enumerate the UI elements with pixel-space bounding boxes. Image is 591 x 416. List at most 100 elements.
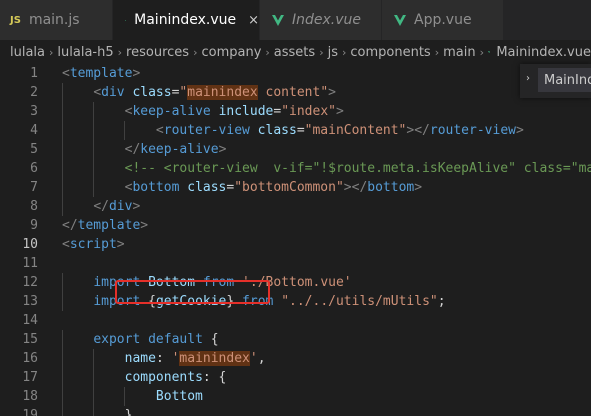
code-token: template bbox=[69, 66, 133, 81]
code-token: keep-alive bbox=[132, 104, 211, 119]
code-text: components: { bbox=[62, 368, 227, 387]
code-line[interactable]: 16 name: 'mainindex', bbox=[0, 349, 591, 368]
breadcrumb-outline-popup: › MainInd bbox=[520, 64, 591, 98]
code-token: Bottom bbox=[155, 389, 203, 404]
breadcrumb-item[interactable]: lulala-h5 bbox=[57, 45, 113, 60]
code-editor[interactable]: 1 <template> 2 <div class="mainindex conte… bbox=[0, 64, 591, 416]
chevron-right-icon: › bbox=[265, 45, 270, 59]
code-line[interactable]: 9 </template> bbox=[0, 216, 591, 235]
breadcrumb-item[interactable]: js bbox=[328, 45, 338, 60]
code-token: , bbox=[257, 351, 266, 366]
line-number: 7 bbox=[30, 180, 38, 195]
code-line[interactable]: 10 <script> bbox=[0, 235, 591, 254]
code-token: ' bbox=[249, 351, 258, 366]
tab-main-js[interactable]: JS main.js bbox=[0, 0, 113, 40]
line-number: 16 bbox=[22, 351, 38, 366]
code-line[interactable]: 5 </keep-alive> bbox=[0, 140, 591, 159]
indent-guide bbox=[62, 121, 63, 140]
tab-label: Index.vue bbox=[292, 12, 362, 28]
tab-label: App.vue bbox=[414, 12, 472, 28]
code-token: components bbox=[124, 370, 203, 385]
breadcrumb-item-current[interactable]: Mainindex.vue bbox=[496, 45, 591, 60]
code-token: > bbox=[132, 66, 141, 81]
breadcrumb-item[interactable]: lulala bbox=[10, 45, 45, 60]
code-token: "bottomCommon" bbox=[234, 180, 344, 195]
code-line[interactable]: 12 import Bottom from './Bottom.vue' bbox=[0, 273, 591, 292]
chevron-right-icon[interactable]: › bbox=[526, 73, 530, 84]
code-token: script bbox=[69, 237, 117, 252]
code-line[interactable]: 2 <div class="mainindex content"> bbox=[0, 83, 591, 102]
red-highlight-box bbox=[115, 280, 270, 304]
code-line[interactable]: 14 bbox=[0, 311, 591, 330]
indent-guide bbox=[62, 197, 63, 216]
code-line[interactable]: 8 </div> bbox=[0, 197, 591, 216]
outline-item[interactable]: MainInd bbox=[538, 68, 591, 92]
code-line[interactable]: 11 bbox=[0, 254, 591, 273]
close-icon[interactable]: × bbox=[248, 13, 259, 28]
indent-guide bbox=[62, 387, 63, 406]
indent-guide bbox=[62, 102, 63, 121]
indent-guide bbox=[93, 159, 95, 178]
code-token: }, bbox=[124, 408, 141, 416]
line-number: 12 bbox=[22, 275, 38, 290]
code-token: content" bbox=[257, 85, 329, 100]
vue-file-icon bbox=[272, 14, 284, 26]
line-number: 17 bbox=[22, 370, 38, 385]
code-token: > bbox=[335, 104, 344, 119]
code-line[interactable]: 6 <!-- <router-view v-if="!$route.meta.i… bbox=[0, 159, 591, 178]
code-line[interactable]: 4 <router-view class="mainContent"></rou… bbox=[0, 121, 591, 140]
code-line[interactable]: 7 <bottom class="bottomCommon"></bottom> bbox=[0, 178, 591, 197]
tab-index-vue[interactable]: Index.vue bbox=[260, 0, 382, 40]
code-line[interactable]: 15 export default { bbox=[0, 330, 591, 349]
code-line[interactable]: 3 <keep-alive include="index"> bbox=[0, 102, 591, 121]
chevron-right-icon: › bbox=[49, 45, 54, 59]
code-token: div bbox=[101, 85, 125, 100]
indent-guide bbox=[62, 406, 63, 416]
code-token: "mainContent" bbox=[304, 123, 407, 138]
code-token: router-view bbox=[429, 123, 516, 138]
code-token: "../../utils/mUtils" bbox=[281, 294, 438, 309]
code-token: bottom bbox=[367, 180, 415, 195]
code-line[interactable]: 19 }, bbox=[0, 406, 591, 416]
code-token: router-view bbox=[163, 123, 250, 138]
code-token: > bbox=[218, 142, 227, 157]
tab-app-vue[interactable]: App.vue bbox=[382, 0, 504, 40]
code-token: < bbox=[93, 85, 102, 100]
breadcrumb-item[interactable]: components bbox=[350, 45, 430, 60]
indent-guide bbox=[62, 292, 63, 311]
code-text: <keep-alive include="index"> bbox=[62, 102, 344, 121]
breadcrumb-item[interactable]: assets bbox=[274, 45, 315, 60]
code-text: <bottom class="bottomCommon"></bottom> bbox=[62, 178, 422, 197]
breadcrumb-item[interactable]: main bbox=[443, 45, 475, 60]
code-token: class bbox=[132, 85, 172, 100]
code-token: mainindex bbox=[187, 85, 258, 100]
code-token: </ bbox=[93, 199, 109, 214]
vue-file-icon bbox=[125, 19, 127, 21]
breadcrumb-item[interactable]: company bbox=[201, 45, 261, 60]
code-line[interactable]: 1 <template> bbox=[0, 64, 591, 83]
code-token: "index" bbox=[281, 104, 336, 119]
line-number: 4 bbox=[30, 123, 38, 138]
breadcrumb: lulala › lulala-h5 › resources › company › a… bbox=[0, 40, 591, 64]
code-token: name bbox=[124, 351, 156, 366]
code-token: class bbox=[187, 180, 227, 195]
code-line[interactable]: 17 components: { bbox=[0, 368, 591, 387]
code-token: > bbox=[116, 237, 125, 252]
chevron-right-icon: › bbox=[117, 45, 123, 59]
code-text: </keep-alive> bbox=[62, 140, 227, 159]
code-line[interactable]: 13 import {getCookie} from "../../utils/… bbox=[0, 292, 591, 311]
code-token: ></ bbox=[406, 123, 430, 138]
breadcrumb-item[interactable]: resources bbox=[126, 45, 189, 60]
indent-guide bbox=[93, 121, 95, 140]
indent-guide bbox=[62, 330, 63, 349]
indent-guide bbox=[62, 140, 63, 159]
code-line[interactable]: 18 Bottom bbox=[0, 387, 591, 406]
indent-guide bbox=[62, 273, 63, 292]
tab-mainindex-vue[interactable]: Mainindex.vue × bbox=[113, 0, 260, 40]
